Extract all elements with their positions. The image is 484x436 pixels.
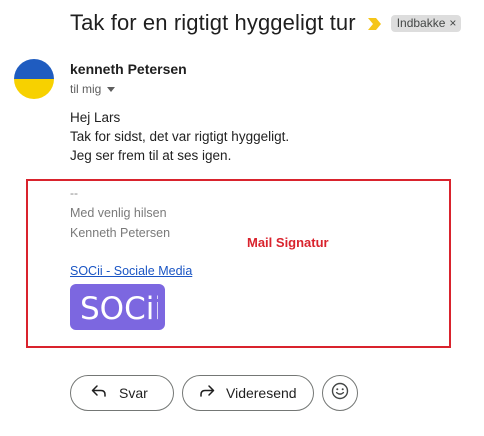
body-line: Jeg ser frem til at ses igen. [70,148,232,163]
remove-label-icon[interactable]: × [449,16,456,30]
email-subject: Tak for en rigtigt hyggeligt tur [70,10,356,35]
forward-button[interactable]: Videresend [182,375,314,411]
reply-arrow-icon [91,384,107,403]
sender-name[interactable]: kenneth Petersen [70,61,187,77]
important-marker-icon[interactable] [367,17,382,30]
recipient-details-toggle[interactable]: til mig [70,82,116,96]
forward-label: Videresend [226,385,297,401]
signature-closing: Med venlig hilsen [70,206,167,220]
body-line: Hej Lars [70,110,121,125]
signature-link[interactable]: SOCii - Sociale Media [70,264,192,278]
subject-row: Tak for en rigtigt hyggeligt tur Indbakk… [70,10,462,36]
avatar-flag-top [14,59,54,79]
recipient-text: til mig [70,82,102,96]
emoji-reaction-button[interactable] [322,375,358,411]
email-body: Hej Lars Tak for sidst, det var rigtigt … [70,108,289,165]
chevron-down-icon [107,87,116,92]
reply-button[interactable]: Svar [70,375,174,411]
emoji-icon [331,382,349,405]
sender-avatar[interactable] [14,59,54,99]
socii-logo[interactable]: SOCii [70,284,165,330]
reply-label: Svar [119,385,148,401]
forward-arrow-icon [199,384,215,403]
body-line: Tak for sidst, det var rigtigt hyggeligt… [70,129,290,144]
logo-text: SOCii [80,291,158,325]
signature-separator: -- [70,186,78,200]
inbox-label-chip[interactable]: Indbakke × [390,14,462,32]
inbox-label-text: Indbakke [396,15,446,30]
avatar-flag-bottom [14,79,54,99]
signature-annotation: Mail Signatur [247,235,329,250]
signature-name: Kenneth Petersen [70,226,171,240]
